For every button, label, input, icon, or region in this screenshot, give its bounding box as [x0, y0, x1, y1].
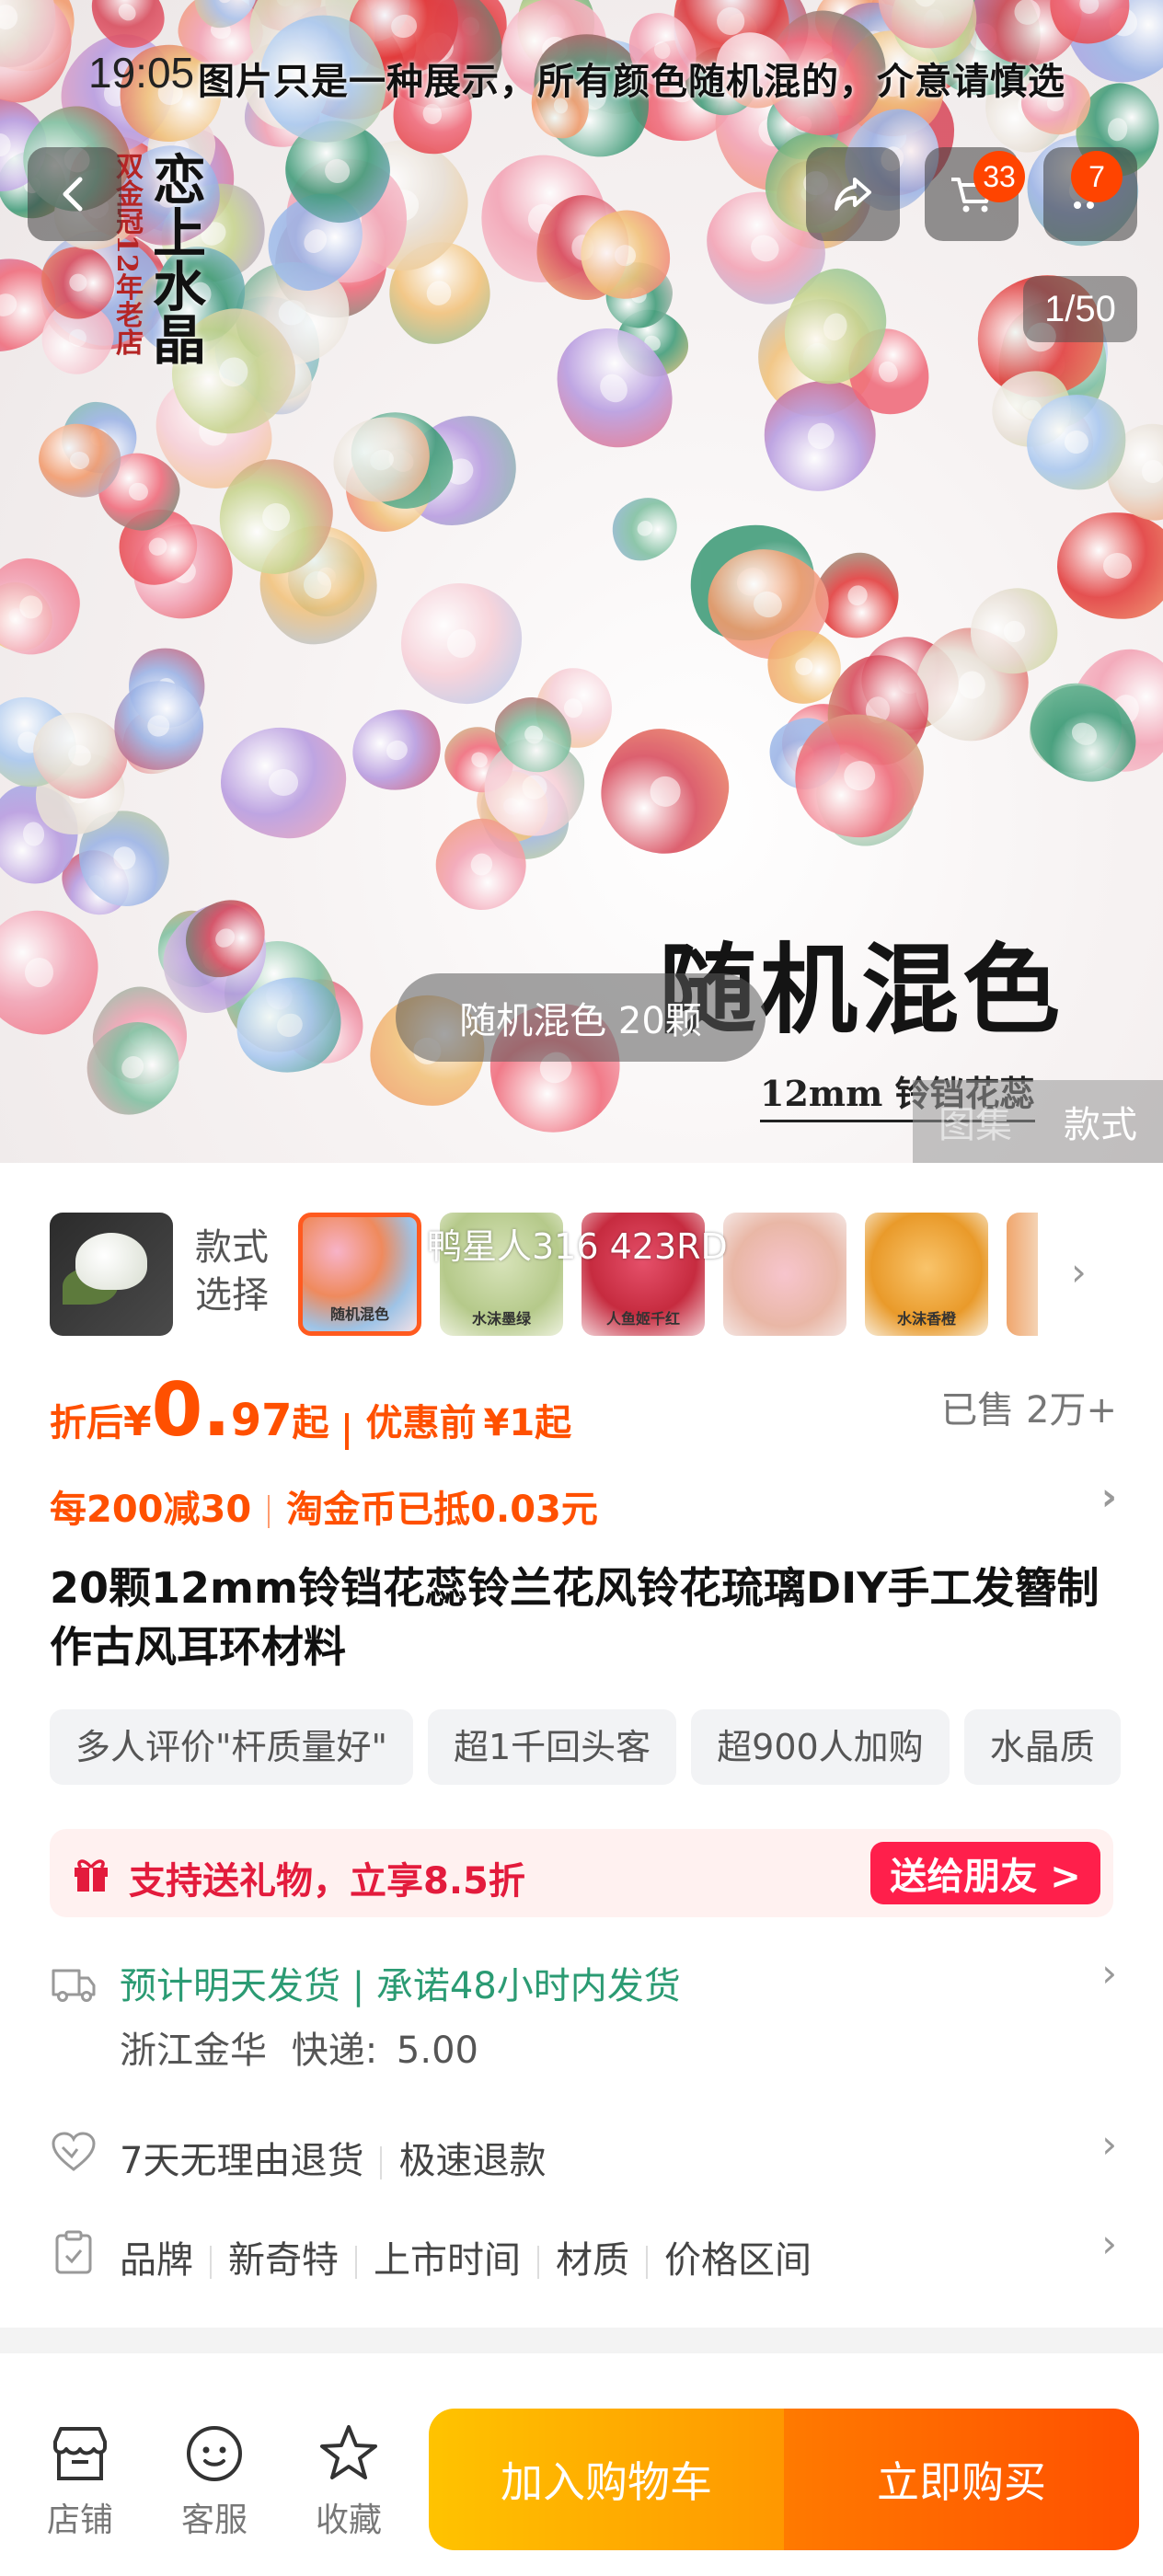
store-icon [53, 2427, 107, 2480]
chevron-right-icon[interactable]: › [1071, 1249, 1087, 1294]
spec-brand: 品牌 [120, 2239, 193, 2282]
style-overlay-text: 鸭星人316 423RD [427, 1226, 728, 1267]
spec-launch-date: 上市时间 [374, 2239, 521, 2282]
shipping-estimate: 预计明天发货 | 承诺48小时内发货 [120, 1965, 681, 2007]
shop-name-watermark: 恋上水晶 [144, 152, 206, 365]
style-thumb-random-mix[interactable]: 随机混色 [298, 1213, 421, 1336]
tag-material[interactable]: 水晶质 [963, 1709, 1121, 1785]
price-currency: ¥ [123, 1398, 152, 1445]
promo-deal: 每200减30 [50, 1489, 252, 1531]
bead [341, 697, 453, 804]
before-price: ¥1起 [483, 1402, 572, 1444]
tab-styles[interactable]: 款式 [1064, 1095, 1137, 1148]
price-label: 折后 [50, 1402, 123, 1444]
bead [600, 485, 690, 574]
bead [595, 722, 735, 860]
customer-service-button[interactable]: 客服 [164, 2420, 265, 2541]
share-icon [835, 178, 871, 211]
gift-text: 支持送礼物，立享8.5折 [129, 1860, 525, 1903]
bead [218, 725, 348, 841]
chevron-right-icon: › [1100, 1474, 1117, 1519]
ship-origin: 浙江金华 [120, 2030, 267, 2072]
image-counter: 1/50 [1023, 276, 1137, 342]
style-thumb-partial[interactable] [1007, 1213, 1038, 1336]
bead [0, 905, 104, 1039]
spec-material: 材质 [556, 2239, 629, 2282]
tag-review[interactable]: 多人评价"杆质量好" [50, 1709, 413, 1785]
ship-fee: 5.00 [396, 2030, 478, 2072]
truck-icon [52, 1969, 96, 2002]
cart-badge: 33 [973, 151, 1025, 202]
price-suffix: 起 [292, 1402, 329, 1444]
back-button[interactable] [28, 147, 121, 241]
status-time: 19:05 [88, 49, 195, 97]
spec-novelty: 新奇特 [228, 2239, 339, 2282]
tab-gallery[interactable]: 图集 [938, 1095, 1012, 1148]
spec-price-range: 价格区间 [664, 2239, 812, 2282]
add-to-cart-button[interactable]: 加入购物车 [429, 2409, 784, 2550]
purchase-buttons: 加入购物车 立即购买 [429, 2409, 1139, 2550]
price-row: 折后¥0.97起 优惠前 ¥1起 已售 2万+ [50, 1367, 1117, 1453]
ship-fee-label: 快递: [291, 2030, 378, 2072]
style-thumb-pink[interactable] [723, 1213, 846, 1336]
shipping-row[interactable]: 预计明天发货 | 承诺48小时内发货 浙江金华 快递: 5.00 › [50, 1950, 1117, 2085]
promo-coins: 淘金币已抵0.03元 [286, 1489, 598, 1531]
bead [0, 554, 85, 660]
variant-pill[interactable]: 随机混色 20颗 [396, 973, 766, 1062]
highlight-tags: 多人评价"杆质量好" 超1千回头客 超900人加购 水晶质 [50, 1709, 1163, 1785]
favorite-button[interactable]: 收藏 [298, 2420, 399, 2541]
sold-count: 已售 2万+ [940, 1389, 1117, 1432]
product-title: 20颗12mm铃铛花蕊铃兰花风铃花琉璃DIY手工发簪制作古风耳环材料 [50, 1563, 1100, 1672]
image-banner-text: 图片只是一种展示，所有颜色随机混的，介意请慎选 [198, 60, 1065, 103]
returns-row[interactable]: 7天无理由退货 极速退款 › [50, 2122, 1117, 2186]
chevron-right-icon: › [1101, 2221, 1117, 2266]
price-divider [345, 1412, 350, 1450]
specs-row[interactable]: 品牌 新奇特 上市时间 材质 价格区间 › [50, 2221, 1117, 2285]
tag-repeat-customers[interactable]: 超1千回头客 [427, 1709, 677, 1785]
service-face-icon [187, 2426, 242, 2481]
message-badge: 7 [1071, 151, 1123, 202]
price-integer: 0. [151, 1367, 231, 1453]
style-preview-image[interactable] [50, 1213, 173, 1336]
chevron-right-icon: › [1101, 1950, 1117, 1995]
gift-banner[interactable]: 支持送礼物，立享8.5折 送给朋友 > [50, 1829, 1113, 1917]
shipping-origin: 浙江金华 快递: 5.00 [120, 2020, 478, 2074]
style-select-label: 款式选择 [195, 1226, 269, 1317]
style-thumb-orange[interactable]: 水沫香橙 [865, 1213, 988, 1336]
bottom-action-bar: 店铺 客服 收藏 加入购物车 立即购买 [0, 2383, 1163, 2576]
product-image-carousel[interactable]: 19:05 图片只是一种展示，所有颜色随机混的，介意请慎选 双金冠12年老店 恋… [0, 0, 1163, 1163]
chevron-right-icon: › [1101, 2122, 1117, 2167]
gift-icon [75, 1859, 108, 1892]
promo-row[interactable]: 每200减30 淘金币已抵0.03元 › [50, 1474, 1117, 1535]
heart-shield-icon [52, 2132, 96, 2171]
share-button[interactable] [806, 147, 900, 241]
style-selector: 款式选择 随机混色 水沫墨绿 人鱼姬千红 水沫香橙 鸭星人316 423RD › [0, 1213, 1163, 1338]
fast-refund: 极速退款 [398, 2140, 547, 2182]
section-divider [0, 2328, 1163, 2353]
price-decimal: 97 [230, 1395, 293, 1446]
bead [399, 581, 524, 705]
tag-cart-adds[interactable]: 超900人加购 [691, 1709, 950, 1785]
buy-now-button[interactable]: 立即购买 [784, 2409, 1139, 2550]
store-button[interactable]: 店铺 [29, 2420, 131, 2541]
bead [1054, 510, 1163, 622]
chevron-left-icon [63, 177, 83, 212]
star-icon [320, 2425, 377, 2479]
gallery-view-toggle[interactable]: 图集 款式 [913, 1080, 1163, 1163]
send-to-friend-button[interactable]: 送给朋友 > [870, 1842, 1100, 1904]
return-policy: 7天无理由退货 [120, 2140, 364, 2182]
clipboard-icon [55, 2230, 92, 2274]
before-price-label: 优惠前 [365, 1402, 477, 1444]
